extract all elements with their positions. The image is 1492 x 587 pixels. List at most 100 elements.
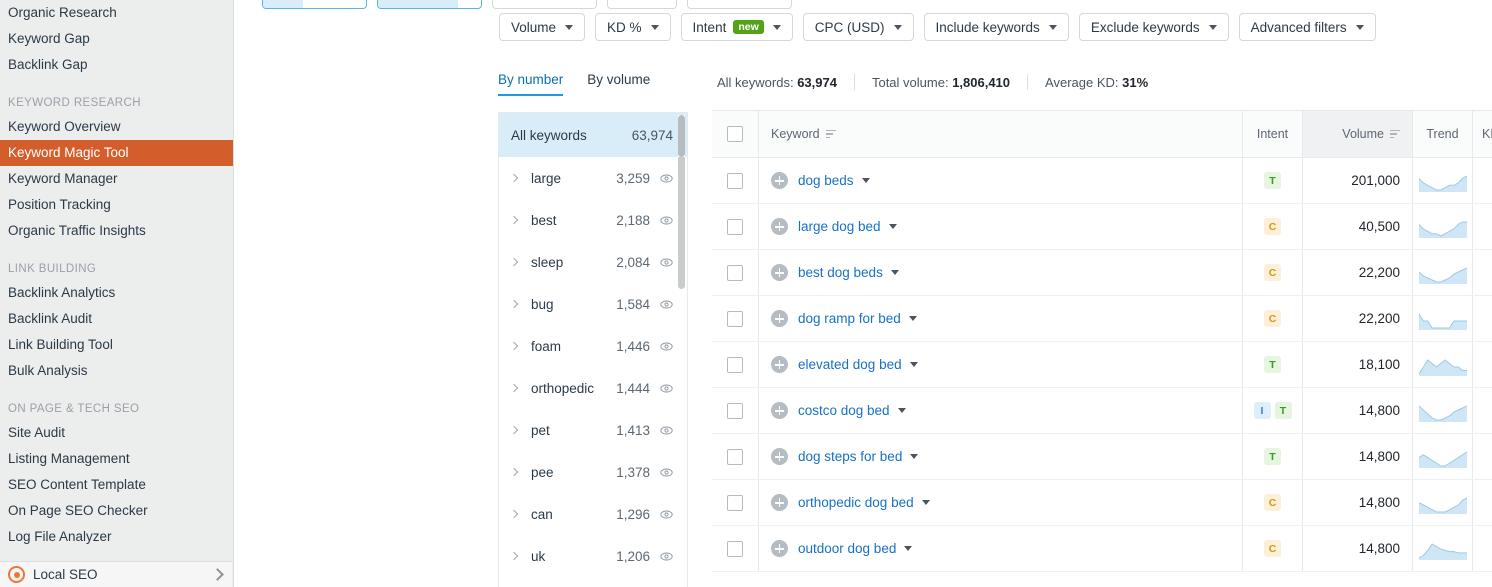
keyword-link[interactable]: dog steps for bed xyxy=(798,449,902,464)
table-row[interactable]: costco dog bedIT14,800400.661.00 xyxy=(712,388,1492,434)
eye-icon[interactable] xyxy=(660,172,673,185)
chevron-right-icon[interactable] xyxy=(509,383,519,393)
top-control-5[interactable] xyxy=(687,0,792,9)
column-header-kd[interactable]: KD % xyxy=(1472,111,1492,157)
table-row[interactable]: outdoor dog bedC14,800470.891.00 xyxy=(712,526,1492,572)
top-control-3[interactable] xyxy=(492,0,597,9)
groups-scrollbar-thumb[interactable] xyxy=(678,157,685,289)
add-keyword-icon[interactable] xyxy=(771,218,788,235)
keyword-link[interactable]: dog ramp for bed xyxy=(798,311,901,326)
chevron-right-icon[interactable] xyxy=(509,551,519,561)
sidebar-item-organic-traffic-insights[interactable]: Organic Traffic Insights xyxy=(0,218,233,244)
intent-badge-c[interactable]: C xyxy=(1264,494,1281,511)
table-row[interactable]: orthopedic dog bedC14,800681.601.00 xyxy=(712,480,1492,526)
row-checkbox[interactable] xyxy=(727,448,743,465)
chevron-right-icon[interactable] xyxy=(509,467,519,477)
add-keyword-icon[interactable] xyxy=(771,356,788,373)
column-header-keyword[interactable]: Keyword xyxy=(758,111,1242,157)
sidebar-item-site-audit[interactable]: Site Audit xyxy=(0,420,233,446)
filter-volume[interactable]: Volume xyxy=(499,13,586,41)
eye-icon[interactable] xyxy=(660,550,673,563)
intent-badge-c[interactable]: C xyxy=(1264,218,1281,235)
group-item[interactable]: bug 1,584 xyxy=(499,283,687,325)
table-row[interactable]: elevated dog bedT18,100520.991.00 xyxy=(712,342,1492,388)
row-checkbox[interactable] xyxy=(727,264,743,281)
column-header-volume[interactable]: Volume xyxy=(1302,111,1412,157)
row-checkbox[interactable] xyxy=(727,310,743,327)
group-item[interactable]: best 2,188 xyxy=(499,199,687,241)
chevron-down-icon[interactable] xyxy=(908,316,917,321)
row-checkbox[interactable] xyxy=(727,402,743,419)
eye-icon[interactable] xyxy=(660,340,673,353)
keyword-link[interactable]: best dog beds xyxy=(798,265,883,280)
sidebar-item-backlink-analytics[interactable]: Backlink Analytics xyxy=(0,280,233,306)
table-row[interactable]: dog steps for bedT14,800610.771.00 xyxy=(712,434,1492,480)
sidebar-item-keyword-overview[interactable]: Keyword Overview xyxy=(0,114,233,140)
sidebar-item-seo-content-template[interactable]: SEO Content Template xyxy=(0,472,233,498)
chevron-down-icon[interactable] xyxy=(888,224,897,229)
keyword-link[interactable]: outdoor dog bed xyxy=(798,541,896,556)
eye-icon[interactable] xyxy=(660,256,673,269)
eye-icon[interactable] xyxy=(660,382,673,395)
chevron-down-icon[interactable] xyxy=(921,500,930,505)
table-row[interactable]: dog bedsT201,000841.081.00 xyxy=(712,158,1492,204)
chevron-right-icon[interactable] xyxy=(509,425,519,435)
eye-icon[interactable] xyxy=(660,214,673,227)
add-keyword-icon[interactable] xyxy=(771,540,788,557)
keyword-link[interactable]: large dog bed xyxy=(798,219,881,234)
chevron-right-icon[interactable] xyxy=(509,173,519,183)
chevron-down-icon[interactable] xyxy=(897,408,906,413)
groups-scrollbar[interactable] xyxy=(678,115,685,586)
add-keyword-icon[interactable] xyxy=(771,310,788,327)
group-item[interactable]: foam 1,446 xyxy=(499,325,687,367)
filter-cpc-usd[interactable]: CPC (USD) xyxy=(802,13,914,41)
keyword-link[interactable]: dog beds xyxy=(798,173,854,188)
top-control-4[interactable] xyxy=(607,0,677,9)
column-header-intent[interactable]: Intent xyxy=(1242,111,1302,157)
table-row[interactable]: large dog bedC40,500681.031.00 xyxy=(712,204,1492,250)
group-item[interactable]: pet 1,413 xyxy=(499,409,687,451)
sidebar-item-listing-management[interactable]: Listing Management xyxy=(0,446,233,472)
eye-icon[interactable] xyxy=(660,508,673,521)
row-checkbox[interactable] xyxy=(727,218,743,235)
table-row[interactable]: dog ramp for bedC22,200571.001.00 xyxy=(712,296,1492,342)
tab-by-number[interactable]: By number xyxy=(498,72,564,96)
intent-badge-c[interactable]: C xyxy=(1264,540,1281,557)
eye-icon[interactable] xyxy=(660,298,673,311)
sidebar-item-keyword-gap[interactable]: Keyword Gap xyxy=(0,26,233,52)
row-checkbox[interactable] xyxy=(727,540,743,557)
filter-kd[interactable]: KD % xyxy=(595,13,671,41)
tab-by-volume[interactable]: By volume xyxy=(587,72,650,96)
sidebar-item-log-file-analyzer[interactable]: Log File Analyzer xyxy=(0,524,233,550)
group-item[interactable]: can 1,296 xyxy=(499,493,687,535)
intent-badge-i[interactable]: I xyxy=(1253,402,1271,419)
eye-icon[interactable] xyxy=(660,424,673,437)
add-keyword-icon[interactable] xyxy=(771,264,788,281)
column-header-trend[interactable]: Trend xyxy=(1412,111,1472,157)
intent-badge-t[interactable]: T xyxy=(1264,172,1281,189)
intent-badge-c[interactable]: C xyxy=(1264,310,1281,327)
sidebar-item-link-building-tool[interactable]: Link Building Tool xyxy=(0,332,233,358)
intent-badge-c[interactable]: C xyxy=(1264,264,1281,281)
sidebar-item-keyword-magic-tool[interactable]: Keyword Magic Tool xyxy=(0,140,233,166)
top-control-2[interactable] xyxy=(377,0,482,9)
group-item[interactable]: sleep 2,084 xyxy=(499,241,687,283)
sidebar-item-organic-research[interactable]: Organic Research xyxy=(0,0,233,26)
filter-exclude-keywords[interactable]: Exclude keywords xyxy=(1078,13,1229,41)
filter-intent[interactable]: Intent new xyxy=(680,13,793,41)
group-item[interactable]: orthopedic 1,444 xyxy=(499,367,687,409)
filter-advanced-filters[interactable]: Advanced filters xyxy=(1238,13,1376,41)
keyword-link[interactable]: elevated dog bed xyxy=(798,357,902,372)
group-item-all-keywords[interactable]: All keywords 63,974 xyxy=(499,113,687,157)
row-checkbox[interactable] xyxy=(727,172,743,189)
add-keyword-icon[interactable] xyxy=(771,402,788,419)
chevron-down-icon[interactable] xyxy=(861,178,870,183)
filter-include-keywords[interactable]: Include keywords xyxy=(923,13,1069,41)
chevron-right-icon[interactable] xyxy=(509,299,519,309)
sidebar-item-position-tracking[interactable]: Position Tracking xyxy=(0,192,233,218)
select-all-checkbox[interactable] xyxy=(727,126,743,142)
chevron-down-icon[interactable] xyxy=(904,546,913,551)
add-keyword-icon[interactable] xyxy=(771,172,788,189)
chevron-right-icon[interactable] xyxy=(509,509,519,519)
row-checkbox[interactable] xyxy=(727,494,743,511)
